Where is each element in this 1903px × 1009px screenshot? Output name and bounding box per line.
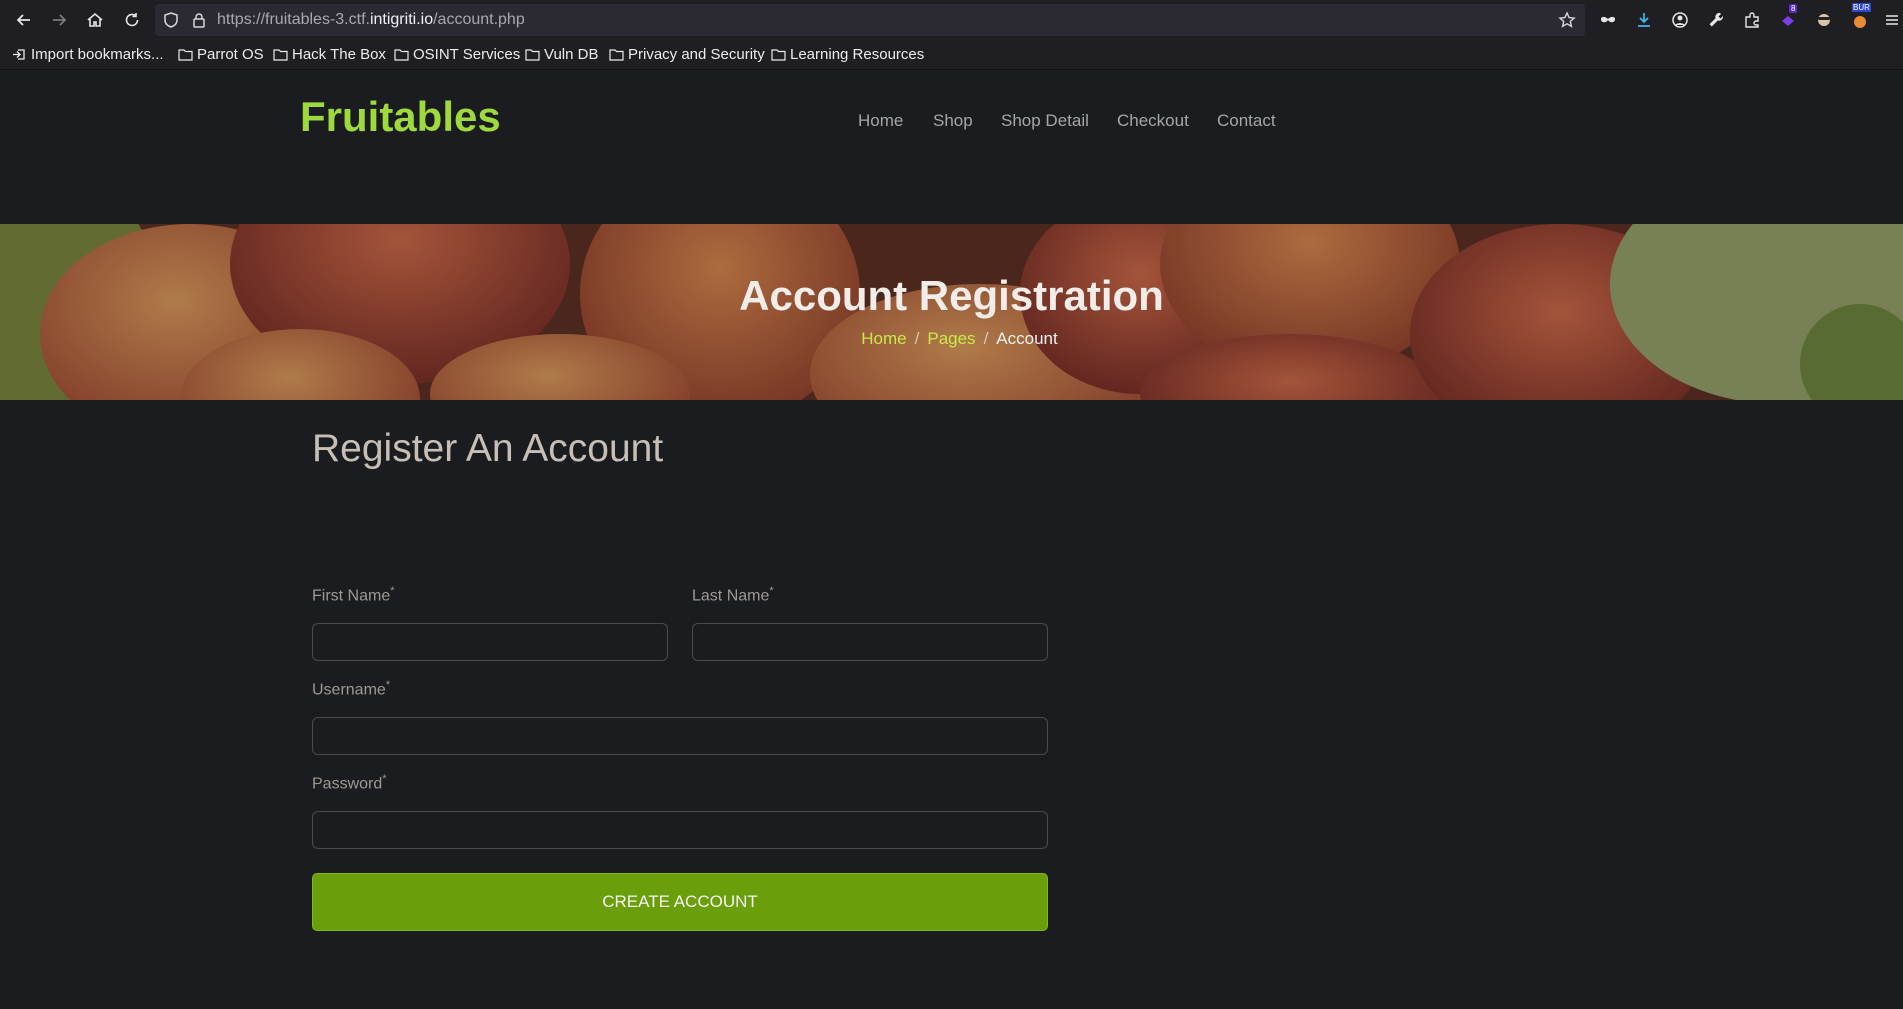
bookmark-vuln-db[interactable]: Vuln DB (525, 46, 598, 63)
nav-home[interactable]: Home (858, 111, 903, 131)
bookmarks-bar: Import bookmarks... Parrot OS Hack The B… (0, 40, 1903, 70)
last-name-label: Last Name* (692, 585, 774, 605)
home-icon[interactable] (83, 8, 107, 32)
form-heading: Register An Account (312, 427, 664, 470)
bookmark-learning-resources[interactable]: Learning Resources (771, 46, 924, 63)
bookmark-label: Import bookmarks... (31, 46, 164, 63)
menu-hamburger-icon[interactable] (1880, 8, 1903, 32)
nav-contact[interactable]: Contact (1217, 111, 1276, 131)
reload-icon[interactable] (120, 8, 144, 32)
site-header: Fruitables Home Shop Shop Detail Checkou… (0, 71, 1903, 224)
burp-extension-icon[interactable]: BUR (1848, 3, 1872, 32)
lock-icon[interactable] (190, 11, 208, 29)
bookmark-hack-the-box[interactable]: Hack The Box (273, 46, 386, 63)
folder-icon (609, 49, 624, 61)
breadcrumb-home[interactable]: Home (861, 329, 906, 348)
bookmark-osint-services[interactable]: OSINT Services (394, 46, 520, 63)
username-input[interactable] (312, 717, 1048, 755)
mask-icon[interactable] (1596, 8, 1620, 32)
extensions-puzzle-icon[interactable] (1740, 8, 1764, 32)
folder-icon (771, 49, 786, 61)
breadcrumb-current: Account (996, 329, 1058, 348)
shield-icon[interactable] (162, 11, 180, 29)
page-title: Account Registration (739, 272, 1164, 319)
breadcrumb: Home / Pages / Account (0, 329, 1903, 349)
account-icon[interactable] (1668, 8, 1692, 32)
username-label: Username* (312, 679, 391, 699)
last-name-input[interactable] (692, 623, 1048, 661)
bookmark-label: Learning Resources (790, 46, 925, 63)
folder-icon (394, 49, 409, 61)
wrench-icon[interactable] (1704, 8, 1728, 32)
bookmark-label: Parrot OS (197, 46, 264, 63)
folder-icon (273, 49, 288, 61)
site-logo[interactable]: Fruitables (300, 93, 501, 141)
download-icon[interactable] (1632, 8, 1656, 32)
nav-shop-detail[interactable]: Shop Detail (1001, 111, 1089, 131)
address-bar[interactable]: https://fruitables-3.ctf.intigriti.io/ac… (155, 4, 1585, 36)
web-page: Fruitables Home Shop Shop Detail Checkou… (0, 71, 1903, 1009)
bookmark-label: Vuln DB (544, 46, 599, 63)
password-input[interactable] (312, 811, 1048, 849)
breadcrumb-separator: / (914, 329, 920, 348)
bookmark-import[interactable]: Import bookmarks... (12, 46, 164, 63)
bookmark-label: Privacy and Security (628, 46, 765, 63)
bookmark-label: OSINT Services (413, 46, 521, 63)
bookmark-parrot-os[interactable]: Parrot OS (178, 46, 264, 63)
spy-glasses-icon[interactable] (1812, 8, 1836, 32)
burp-badge: BUR (1852, 3, 1871, 12)
browser-toolbar: https://fruitables-3.ctf.intigriti.io/ac… (0, 0, 1903, 40)
import-icon (13, 49, 25, 60)
url-text[interactable]: https://fruitables-3.ctf.intigriti.io/ac… (217, 11, 525, 29)
first-name-input[interactable] (312, 623, 668, 661)
nav-checkout[interactable]: Checkout (1117, 111, 1189, 131)
bookmark-privacy-security[interactable]: Privacy and Security (609, 46, 765, 63)
extension-badge: 8 (1789, 4, 1798, 13)
create-account-button[interactable]: Create Account (312, 873, 1048, 931)
folder-icon (178, 49, 193, 61)
password-label: Password* (312, 773, 387, 793)
breadcrumb-separator: / (983, 329, 989, 348)
bookmark-star-icon[interactable] (1558, 11, 1576, 29)
page-hero: Account Registration Home / Pages / Account (0, 224, 1903, 400)
folder-icon (525, 49, 540, 61)
forward-arrow-icon[interactable] (47, 8, 71, 32)
purple-extension-icon[interactable]: 8 (1776, 4, 1800, 32)
first-name-label: First Name* (312, 585, 395, 605)
nav-shop[interactable]: Shop (933, 111, 973, 131)
bookmark-label: Hack The Box (292, 46, 386, 63)
back-arrow-icon[interactable] (12, 8, 36, 32)
breadcrumb-pages[interactable]: Pages (927, 329, 975, 348)
